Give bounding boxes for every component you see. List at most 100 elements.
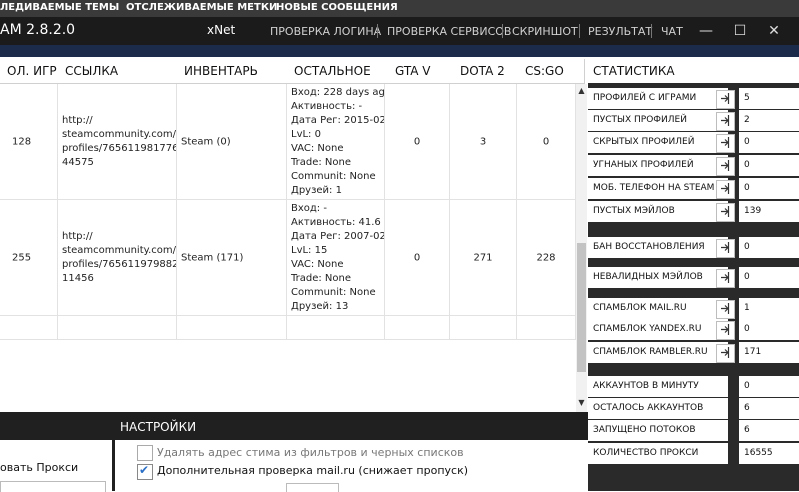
other-line: Активность: 41.6 h	[291, 216, 385, 228]
nav-separator	[651, 24, 652, 38]
stats-label: ОСТАЛОСЬ АККАУНТОВ	[593, 403, 704, 413]
export-icon[interactable]	[716, 180, 735, 199]
column-header-link[interactable]: ССЫЛКА	[58, 59, 185, 84]
cell-link[interactable]: http:// steamcommunity.com/ profiles/765…	[58, 84, 177, 200]
export-icon[interactable]	[716, 112, 735, 131]
option-remove-steam-address[interactable]: Удалять адрес стима из фильтров и черных…	[157, 446, 464, 459]
stats-value-box: 139	[739, 201, 799, 222]
export-icon[interactable]	[716, 300, 735, 319]
nav-chat[interactable]: ЧАТ	[661, 25, 683, 38]
other-line: LvL: 15	[291, 244, 328, 256]
stats-label: ПУСТЫХ МЭЙЛОВ	[593, 206, 675, 216]
maximize-icon[interactable]: ☐	[729, 20, 751, 42]
forum-tab-watched-threads[interactable]: ЛЕДИВАЕМЫЕ ТЕМЫ	[0, 2, 119, 13]
link-line: http://	[62, 230, 93, 242]
link-line: profiles/765611981776	[62, 142, 177, 154]
stats-label: КОЛИЧЕСТВО ПРОКСИ	[593, 448, 699, 458]
other-line: Дата Рег: 2007-02-	[291, 230, 385, 242]
stats-row: УГНАНЫХ ПРОФИЛЕЙ	[588, 155, 735, 176]
stats-value: 0	[744, 137, 750, 147]
other-line: VAC: None	[291, 258, 344, 270]
nav-screenshot[interactable]: СКРИНШОТ	[512, 25, 578, 38]
cell-empty	[517, 316, 576, 340]
stats-row: НЕВАЛИДНЫХ МЭЙЛОВ	[588, 267, 735, 288]
column-header-games[interactable]: ОЛ. ИГР	[0, 59, 66, 84]
stats-row: ОСТАЛОСЬ АККАУНТОВ	[588, 398, 728, 419]
stats-row: СКРЫТЫХ ПРОФИЛЕЙ	[588, 132, 735, 153]
close-icon[interactable]: ✕	[763, 20, 785, 42]
cell-link[interactable]: http:// steamcommunity.com/ profiles/765…	[58, 200, 177, 316]
forum-top-strip: ЛЕДИВАЕМЫЕ ТЕМЫ ОТСЛЕЖИВАЕМЫЕ МЕТКИ НОВЫ…	[0, 0, 799, 17]
cell-gta: 0	[385, 84, 450, 200]
stats-value-box: 6	[739, 398, 799, 419]
checkbox-mailru-check[interactable]	[137, 463, 153, 480]
stats-value: 139	[744, 206, 762, 216]
stats-row: ПУСТЫХ ПРОФИЛЕЙ	[588, 110, 735, 131]
cell-dota: 271	[450, 200, 517, 316]
stats-row: СПАМБЛОК MAIL.RU	[588, 298, 735, 319]
link-line: 11456	[62, 272, 94, 284]
stats-row: АККАУНТОВ В МИНУТУ	[588, 376, 728, 397]
column-header-csgo[interactable]: CS:GO	[517, 59, 585, 84]
cell-csgo: 0	[517, 84, 576, 200]
stats-value: 5	[744, 93, 750, 103]
use-proxy-label[interactable]: овать Прокси	[0, 461, 78, 474]
stats-row: ПРОФИЛЕЙ С ИГРАМИ	[588, 88, 735, 109]
stats-label: НЕВАЛИДНЫХ МЭЙЛОВ	[593, 272, 703, 282]
stats-value-box: 0	[739, 237, 799, 258]
column-header-inventory[interactable]: ИНВЕНТАРЬ	[177, 59, 295, 84]
cell-empty	[177, 316, 287, 340]
scrollbar-thumb[interactable]	[577, 243, 586, 372]
stats-row: БАН ВОССТАНОВЛЕНИЯ	[588, 237, 735, 258]
scroll-up-icon[interactable]: ▲	[576, 86, 587, 95]
stats-value: 171	[744, 347, 762, 357]
other-line: VAC: None	[291, 142, 344, 154]
export-icon[interactable]	[716, 203, 735, 222]
title-bar: AM 2.8.2.0 xNet ПРОВЕРКА ЛОГИНА ПРОВЕРКА…	[0, 17, 799, 45]
other-line: Communit: None	[291, 286, 376, 298]
cell-empty	[385, 316, 450, 340]
other-line: Trade: None	[291, 156, 352, 168]
stats-row: МОБ. ТЕЛЕФОН НА STEAM	[588, 178, 735, 199]
other-line: Друзей: 13	[291, 300, 349, 312]
stats-value-box: 0	[739, 132, 799, 153]
forum-tab-new-messages[interactable]: НОВЫЕ СООБЩЕНИЯ	[276, 2, 398, 13]
export-icon[interactable]	[716, 321, 735, 340]
stats-label: СПАМБЛОК YANDEX.RU	[593, 324, 702, 334]
nav-login-check[interactable]: ПРОВЕРКА ЛОГИНА	[270, 25, 381, 38]
scroll-down-icon[interactable]: ▼	[576, 398, 587, 407]
nav-separator	[502, 24, 503, 38]
stats-value: 2	[744, 115, 750, 125]
stats-label: СКРЫТЫХ ПРОФИЛЕЙ	[593, 137, 695, 147]
option-mailru-check[interactable]: Дополнительная проверка mail.ru (снижает…	[157, 464, 468, 477]
stats-value-box: 0	[739, 178, 799, 199]
forum-tab-watched-tags[interactable]: ОТСЛЕЖИВАЕМЫЕ МЕТКИ	[126, 2, 277, 13]
stats-value: 0	[744, 381, 750, 391]
checkbox-remove-steam-address[interactable]	[137, 445, 153, 461]
other-line: Друзей: 1	[291, 184, 342, 196]
minimize-icon[interactable]: —	[695, 20, 717, 42]
settings-options: Удалять адрес стима из фильтров и черных…	[115, 440, 588, 492]
nav-result[interactable]: РЕЗУЛЬТАТ	[588, 25, 652, 38]
stats-value: 0	[744, 272, 750, 282]
stats-value: 6	[744, 425, 750, 435]
table-scrollbar[interactable]: ▲ ▼	[576, 84, 587, 412]
proxy-input[interactable]	[0, 481, 106, 492]
export-icon[interactable]	[716, 157, 735, 176]
cell-empty	[0, 316, 58, 340]
column-header-other[interactable]: ОСТАЛЬНОЕ	[287, 59, 393, 84]
export-icon[interactable]	[716, 134, 735, 153]
export-icon[interactable]	[716, 90, 735, 109]
nav-services-check[interactable]: ПРОВЕРКА СЕРВИСОВ	[387, 25, 511, 38]
cell-dota: 3	[450, 84, 517, 200]
other-line: Вход: 228 days ago	[291, 86, 385, 98]
stats-value: 0	[744, 324, 750, 334]
export-icon[interactable]	[716, 239, 735, 258]
cell-games: 255	[0, 200, 58, 316]
stats-header: СТАТИСТИКА	[588, 59, 799, 83]
link-line: steamcommunity.com/	[62, 244, 177, 256]
export-icon[interactable]	[716, 344, 735, 363]
stats-value-box: 1	[739, 298, 799, 319]
export-icon[interactable]	[716, 269, 735, 288]
accent-bar	[0, 45, 799, 57]
